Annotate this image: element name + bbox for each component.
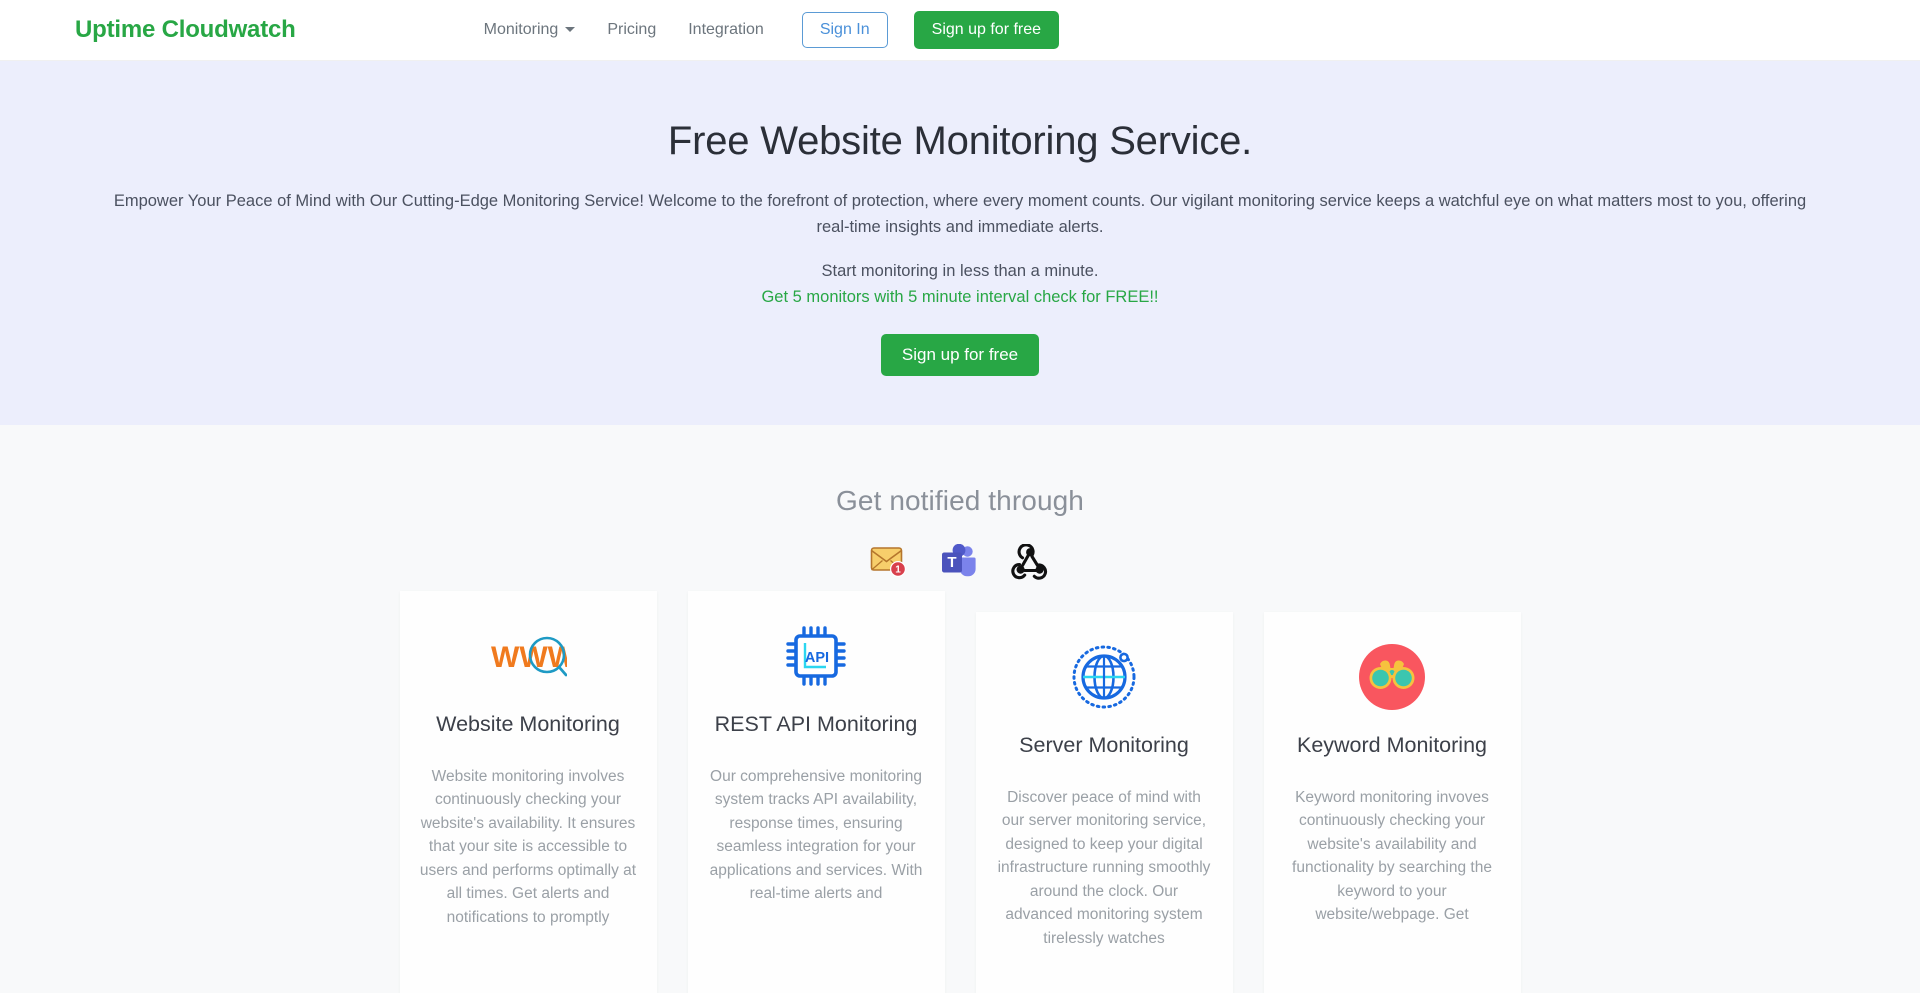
- brand-logo[interactable]: Uptime Cloudwatch: [75, 16, 296, 44]
- card-rest-api-monitoring[interactable]: API REST API Monitoring Our comprehensiv…: [687, 591, 945, 993]
- hero-subtitle: Start monitoring in less than a minute.: [821, 262, 1099, 281]
- card-website-monitoring[interactable]: WWW Website Monitoring Website monitorin…: [399, 591, 657, 993]
- nav-link-monitoring[interactable]: Monitoring: [468, 13, 592, 47]
- card-body: Discover peace of mind with our server m…: [997, 788, 1211, 947]
- nav-link-pricing[interactable]: Pricing: [591, 13, 672, 47]
- hero-free-offer: Get 5 monitors with 5 minute interval ch…: [761, 288, 1159, 307]
- card-keyword-monitoring[interactable]: Keyword Monitoring Keyword monitoring in…: [1263, 612, 1521, 993]
- feature-cards: WWW Website Monitoring Website monitorin…: [0, 591, 1920, 993]
- hero-section: Free Website Monitoring Service. Empower…: [0, 61, 1920, 425]
- card-body: Keyword monitoring invoves continuously …: [1292, 788, 1492, 924]
- card-server-monitoring[interactable]: Server Monitoring Discover peace of mind…: [975, 612, 1233, 993]
- nav-link-monitoring-label: Monitoring: [483, 20, 559, 38]
- navbar: Uptime Cloudwatch Monitoring Pricing Int…: [0, 0, 1920, 61]
- binoculars-icon: [1284, 640, 1501, 714]
- svg-text:API: API: [805, 650, 829, 666]
- card-title: Website Monitoring: [436, 712, 620, 736]
- page-title: Free Website Monitoring Service.: [667, 119, 1253, 163]
- sign-in-button[interactable]: Sign In: [801, 11, 888, 49]
- webhook-icon[interactable]: [1009, 541, 1051, 583]
- hero-description: Empower Your Peace of Mind with Our Cutt…: [113, 192, 1807, 236]
- www-search-icon: WWW: [420, 619, 637, 693]
- card-title: Keyword Monitoring: [1296, 733, 1487, 757]
- card-title: Server Monitoring: [1019, 733, 1189, 757]
- hero-sign-up-button[interactable]: Sign up for free: [880, 334, 1040, 377]
- card-body: Our comprehensive monitoring system trac…: [709, 767, 923, 903]
- svg-text:T: T: [947, 554, 956, 571]
- email-icon[interactable]: 1: [869, 541, 911, 583]
- sign-up-button-nav[interactable]: Sign up for free: [913, 10, 1060, 50]
- microsoft-teams-icon[interactable]: T: [939, 541, 981, 583]
- notify-heading: Get notified through: [836, 485, 1084, 516]
- chevron-down-icon: [565, 27, 576, 33]
- email-badge-count: 1: [895, 565, 901, 576]
- nav-link-integration[interactable]: Integration: [672, 13, 780, 47]
- nav-links: Monitoring Pricing Integration Sign In S…: [468, 10, 1060, 50]
- notify-icons: 1 T: [0, 541, 1920, 583]
- card-title: REST API Monitoring: [714, 712, 918, 736]
- card-body: Website monitoring involves continuously…: [419, 767, 637, 926]
- globe-server-icon: [996, 640, 1213, 714]
- api-chip-icon: API: [708, 619, 925, 693]
- notify-section: Get notified through 1 T WWW Website Mon…: [0, 425, 1920, 993]
